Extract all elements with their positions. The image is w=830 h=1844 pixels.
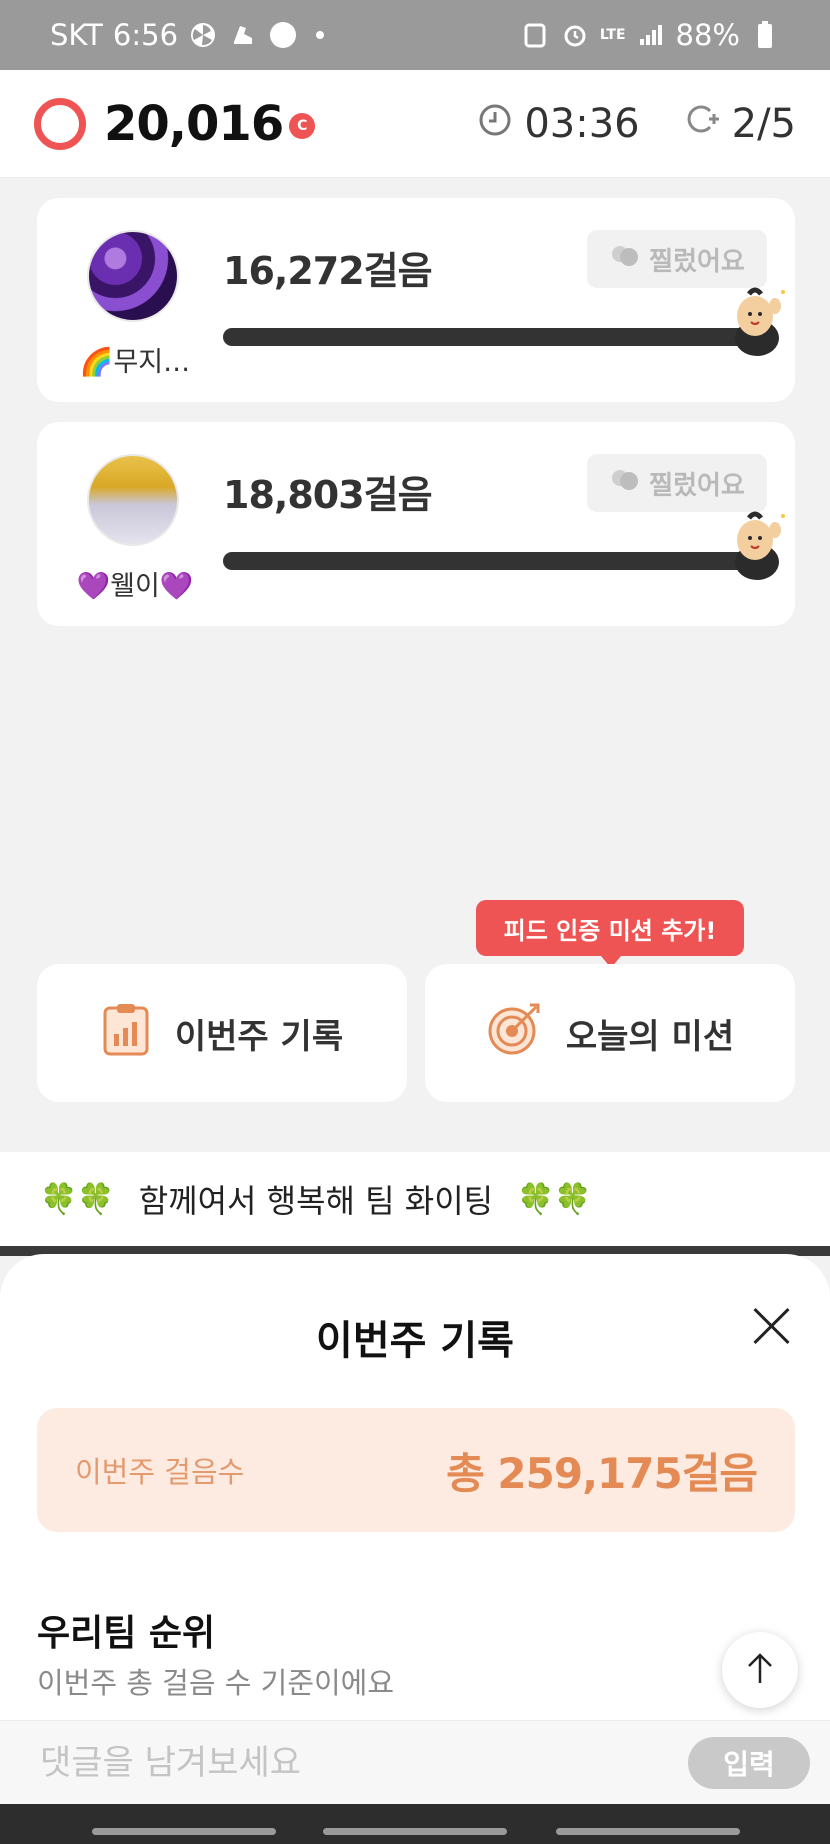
mascot-icon bbox=[725, 284, 789, 360]
notification-dot bbox=[316, 31, 325, 39]
coin-badge-icon: C bbox=[289, 112, 316, 139]
poke-hand-icon bbox=[609, 466, 641, 501]
close-icon[interactable] bbox=[750, 1304, 794, 1348]
nav-home[interactable] bbox=[323, 1828, 507, 1835]
member-nickname: 🌈무지… bbox=[79, 347, 191, 378]
weekly-record-button[interactable]: 이번주 기록 bbox=[37, 964, 407, 1102]
nav-recent-apps[interactable] bbox=[92, 1828, 276, 1835]
poke-hand-icon bbox=[609, 242, 641, 277]
step-progress-bar bbox=[223, 328, 771, 346]
member-nickname: 💜웰이💜 bbox=[76, 571, 194, 602]
points-ring-icon bbox=[34, 97, 86, 150]
points-balance: 20,016 bbox=[104, 95, 284, 152]
status-bar: SKT 6:56 LTE 88% bbox=[0, 0, 830, 70]
weekly-steps-value: 총 259,175걸음 bbox=[446, 1448, 758, 1498]
comment-bar: 입력 bbox=[0, 1720, 830, 1804]
fan-icon bbox=[188, 20, 218, 50]
arrow-up-icon bbox=[745, 1651, 775, 1689]
oi-lock-icon bbox=[268, 20, 298, 50]
member-steps: 16,272걸음 bbox=[223, 249, 433, 293]
member-steps: 18,803걸음 bbox=[223, 473, 433, 517]
mission-tooltip: 피드 인증 미션 추가! bbox=[476, 900, 744, 968]
weekly-steps-label: 이번주 걸음수 bbox=[75, 1455, 245, 1489]
app-header: 20,016 C 03:36 2/5 bbox=[0, 70, 830, 178]
timer: 03:36 bbox=[478, 100, 640, 147]
signal-icon bbox=[636, 20, 666, 50]
todays-mission-label: 오늘의 미션 bbox=[565, 1016, 735, 1057]
team-notice-text: 함께여서 행복해 팀 화이팅 bbox=[138, 1182, 494, 1220]
coin-quota[interactable]: 2/5 bbox=[684, 101, 796, 147]
nav-back[interactable] bbox=[556, 1828, 740, 1835]
clover-icon: 🍀🍀 bbox=[517, 1181, 592, 1217]
target-icon bbox=[486, 1001, 542, 1066]
alarm-icon bbox=[560, 20, 590, 50]
battery-icon bbox=[750, 20, 780, 50]
poke-button[interactable]: 찔렀어요 bbox=[587, 454, 767, 512]
team-notice: 🍀🍀 함께여서 행복해 팀 화이팅 🍀🍀 bbox=[0, 1152, 830, 1246]
battery-percent: 88% bbox=[675, 18, 740, 52]
recycle-icon bbox=[520, 20, 550, 50]
weekly-record-sheet: 이번주 기록 이번주 걸음수 총 259,175걸음 우리팀 순위 이번주 총 … bbox=[0, 1254, 830, 1800]
comment-input[interactable] bbox=[40, 1742, 688, 1783]
shoe-icon bbox=[228, 20, 258, 50]
timer-value: 03:36 bbox=[524, 100, 640, 147]
coin-plus-icon bbox=[684, 101, 720, 147]
ranking-title: 우리팀 순위 bbox=[37, 1613, 216, 1654]
avatar[interactable] bbox=[87, 454, 179, 546]
submit-button[interactable]: 입력 bbox=[688, 1736, 810, 1789]
weekly-record-label: 이번주 기록 bbox=[174, 1016, 344, 1057]
sheet-title: 이번주 기록 bbox=[316, 1318, 514, 1364]
clipboard-chart-icon bbox=[101, 1002, 151, 1065]
mascot-icon bbox=[725, 508, 789, 584]
ranking-subtitle: 이번주 총 걸음 수 기준이에요 bbox=[37, 1666, 395, 1700]
todays-mission-button[interactable]: 오늘의 미션 bbox=[425, 964, 795, 1102]
member-card: 💜웰이💜 18,803걸음 찔렀어요 bbox=[37, 422, 795, 626]
scroll-top-button[interactable] bbox=[722, 1632, 798, 1708]
weekly-steps-summary: 이번주 걸음수 총 259,175걸음 bbox=[37, 1408, 795, 1532]
carrier-label: SKT bbox=[50, 18, 103, 52]
network-type: LTE bbox=[599, 27, 626, 43]
avatar[interactable] bbox=[87, 230, 179, 322]
poke-label: 찔렀어요 bbox=[649, 246, 745, 277]
step-progress-bar bbox=[223, 552, 771, 570]
clock-time: 6:56 bbox=[112, 18, 179, 52]
member-card: 🌈무지… 16,272걸음 찔렀어요 bbox=[37, 198, 795, 402]
clock-icon bbox=[478, 101, 512, 147]
poke-button[interactable]: 찔렀어요 bbox=[587, 230, 767, 288]
system-nav-bar bbox=[0, 1804, 830, 1844]
poke-label: 찔렀어요 bbox=[649, 470, 745, 501]
clover-icon: 🍀🍀 bbox=[40, 1181, 115, 1217]
quota-value: 2/5 bbox=[731, 100, 796, 147]
